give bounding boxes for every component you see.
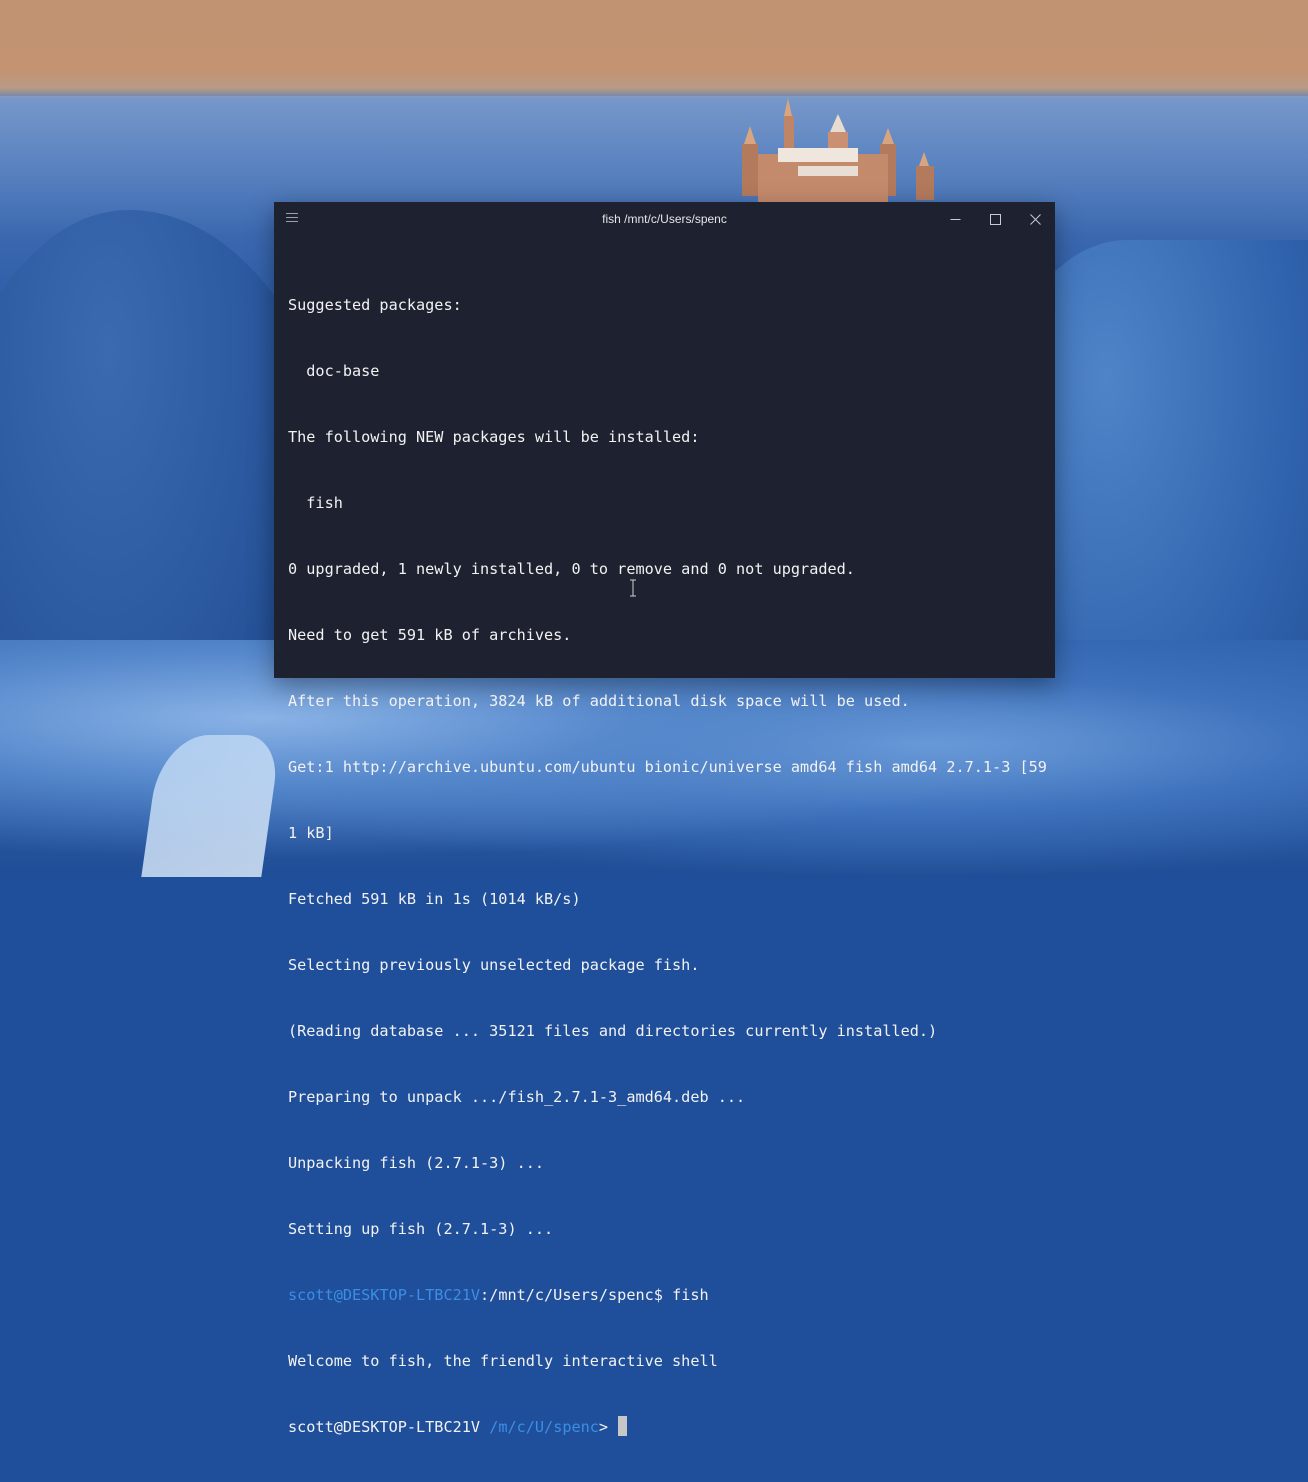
castle-illustration: [742, 98, 934, 202]
output-line: Need to get 591 kB of archives.: [288, 626, 572, 644]
output-line: 0 upgraded, 1 newly installed, 0 to remo…: [288, 560, 855, 578]
bash-prompt-path: :/mnt/c/Users/spenc: [480, 1286, 654, 1304]
output-line: Setting up fish (2.7.1-3) ...: [288, 1220, 554, 1238]
text-cursor: [618, 1416, 628, 1436]
ibeam-cursor-icon: [630, 579, 636, 597]
close-button[interactable]: [1015, 202, 1055, 236]
welcome-line: Welcome to fish, the friendly interactiv…: [288, 1352, 718, 1370]
output-line: doc-base: [288, 362, 380, 380]
minimize-button[interactable]: [935, 202, 975, 236]
terminal-output[interactable]: Suggested packages: doc-base The followi…: [288, 250, 1047, 1436]
terminal-titlebar[interactable]: fish /mnt/c/Users/spenc: [274, 202, 1055, 236]
output-line: Unpacking fish (2.7.1-3) ...: [288, 1154, 545, 1172]
bash-prompt-symbol: $: [653, 1286, 673, 1304]
close-icon: [1029, 213, 1041, 225]
bash-prompt-user-host: scott@DESKTOP-LTBC21V: [288, 1286, 481, 1304]
output-line: Get:1 http://archive.ubuntu.com/ubuntu b…: [288, 758, 1047, 776]
bash-command: fish: [672, 1286, 709, 1304]
minimize-icon: [950, 218, 960, 220]
fish-prompt-symbol: >: [598, 1418, 618, 1436]
output-line: Preparing to unpack .../fish_2.7.1-3_amd…: [288, 1088, 746, 1106]
fish-prompt-user-host: scott@DESKTOP-LTBC21V: [288, 1418, 481, 1436]
output-line: After this operation, 3824 kB of additio…: [288, 692, 910, 710]
fish-prompt-path: /m/c/U/spenc: [489, 1418, 599, 1436]
output-line: The following NEW packages will be insta…: [288, 428, 700, 446]
maximize-button[interactable]: [975, 202, 1015, 236]
output-line: Suggested packages:: [288, 296, 462, 314]
output-line: fish: [288, 494, 343, 512]
output-line: Fetched 591 kB in 1s (1014 kB/s): [288, 890, 581, 908]
output-line: Selecting previously unselected package …: [288, 956, 700, 974]
output-line: 1 kB]: [288, 824, 334, 842]
fish-prompt-line[interactable]: scott@DESKTOP-LTBC21V /m/c/U/spenc>: [288, 1416, 1041, 1438]
output-line: (Reading database ... 35121 files and di…: [288, 1022, 938, 1040]
maximize-icon: [989, 213, 1001, 225]
bash-prompt-line: scott@DESKTOP-LTBC21V:/mnt/c/Users/spenc…: [288, 1284, 1041, 1306]
terminal-window[interactable]: fish /mnt/c/Users/spenc Suggested packag…: [274, 202, 1055, 1436]
